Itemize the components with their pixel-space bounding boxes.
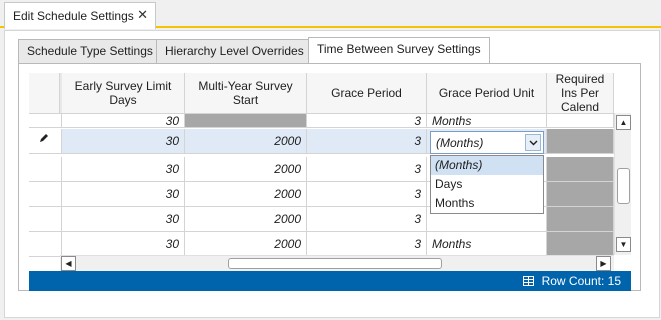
cell-grace[interactable]: 3 — [307, 207, 427, 232]
tab-schedule-type-settings[interactable]: Schedule Type Settings — [18, 39, 162, 63]
cell-unit[interactable]: Months — [427, 232, 547, 257]
cell-grace[interactable]: 3 — [307, 129, 427, 154]
cell-required[interactable] — [547, 207, 614, 232]
cell-required[interactable] — [547, 129, 614, 154]
row-indicator — [29, 182, 62, 207]
document-tabstrip: Edit Schedule Settings ✕ — [0, 0, 661, 29]
cell-early[interactable]: 30 — [62, 182, 185, 207]
cell-required[interactable] — [547, 232, 614, 257]
cell-multiyear[interactable]: 2000 — [185, 129, 307, 154]
header-early-survey-limit-days[interactable]: Early Survey Limit Days — [62, 73, 185, 114]
row-count: Row Count: 15 — [523, 274, 621, 288]
cell-required[interactable] — [547, 157, 614, 182]
grace-period-unit-options: (Months) Days Months — [430, 155, 544, 214]
scroll-down-icon[interactable]: ▼ — [616, 237, 631, 252]
horizontal-scroll-thumb[interactable] — [228, 258, 442, 269]
status-bar: Row Count: 15 — [29, 271, 631, 291]
cell-multiyear[interactable] — [185, 114, 307, 128]
cell-multiyear[interactable]: 2000 — [185, 207, 307, 232]
cell-required[interactable] — [547, 114, 614, 128]
row-count-value: 15 — [607, 274, 621, 288]
document-tab-title: Edit Schedule Settings — [13, 9, 134, 23]
vertical-scrollbar[interactable]: ▲ ▼ — [614, 113, 631, 255]
vertical-scroll-thumb[interactable] — [617, 168, 630, 204]
header-required-inspections[interactable]: Required Ins Per Calend — [547, 72, 614, 114]
row-indicator — [29, 157, 62, 182]
header-grace-period[interactable]: Grace Period — [307, 73, 427, 114]
horizontal-scrollbar[interactable]: ◀ ▶ — [60, 255, 614, 271]
option-days[interactable]: Days — [431, 175, 543, 194]
row-indicator — [29, 232, 62, 257]
tab-label: Time Between Survey Settings — [317, 42, 481, 56]
tab-label: Schedule Type Settings — [27, 44, 153, 58]
cell-grace[interactable]: 3 — [307, 182, 427, 207]
chevron-down-icon[interactable] — [525, 134, 541, 151]
row-indicator — [29, 114, 62, 128]
document-tab[interactable]: Edit Schedule Settings ✕ — [4, 2, 156, 29]
option-months-default[interactable]: (Months) — [431, 156, 543, 175]
cell-unit[interactable]: Months — [427, 114, 547, 128]
table-row[interactable]: 30 2000 3 Months — [29, 232, 614, 257]
cell-grace[interactable]: 3 — [307, 232, 427, 257]
scroll-up-icon[interactable]: ▲ — [616, 115, 631, 130]
row-indicator-header — [29, 73, 60, 114]
header-grace-period-unit[interactable]: Grace Period Unit — [427, 73, 547, 114]
cell-grace[interactable]: 3 — [307, 114, 427, 128]
close-icon[interactable]: ✕ — [137, 7, 148, 23]
header-multi-year-survey-start[interactable]: Multi-Year Survey Start — [185, 73, 307, 114]
cell-early[interactable]: 30 — [62, 157, 185, 182]
tab-label: Hierarchy Level Overrides — [165, 44, 304, 58]
grid-icon — [523, 276, 535, 286]
row-count-label: Row Count: — [541, 274, 605, 288]
cell-grace[interactable]: 3 — [307, 157, 427, 182]
cell-early[interactable]: 30 — [62, 207, 185, 232]
cell-early[interactable]: 30 — [62, 129, 185, 154]
tab-hierarchy-level-overrides[interactable]: Hierarchy Level Overrides — [156, 39, 313, 63]
select-value: (Months) — [436, 136, 484, 150]
scroll-left-icon[interactable]: ◀ — [61, 256, 76, 271]
table-row[interactable]: 30 3 Months — [29, 114, 614, 128]
tab-time-between-survey-settings[interactable]: Time Between Survey Settings — [308, 37, 490, 64]
cell-multiyear[interactable]: 2000 — [185, 182, 307, 207]
grace-period-unit-select[interactable]: (Months) — [430, 131, 544, 154]
pencil-icon — [40, 134, 48, 142]
cell-early[interactable]: 30 — [62, 114, 185, 128]
scroll-right-icon[interactable]: ▶ — [596, 256, 611, 271]
row-indicator — [29, 129, 62, 154]
row-indicator — [29, 207, 62, 232]
cell-multiyear[interactable]: 2000 — [185, 157, 307, 182]
cell-multiyear[interactable]: 2000 — [185, 232, 307, 257]
cell-required[interactable] — [547, 182, 614, 207]
option-months[interactable]: Months — [431, 194, 543, 213]
cell-early[interactable]: 30 — [62, 232, 185, 257]
